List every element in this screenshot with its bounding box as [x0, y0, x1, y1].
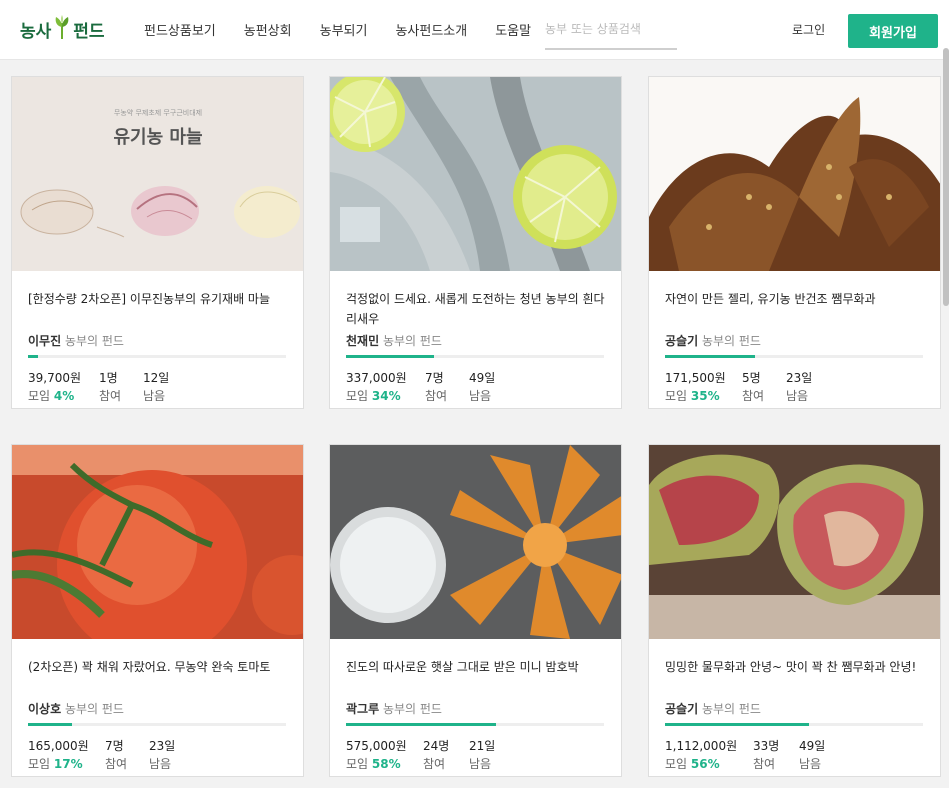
raised-percent: 모임 35%: [665, 389, 720, 403]
raised-percent: 모임 58%: [346, 757, 401, 771]
participants-count: 33명: [753, 739, 780, 753]
remaining-label: 남음: [469, 757, 492, 771]
fund-card[interactable]: (2차오픈) 꽉 채워 자랐어요. 무농약 완숙 토마토 이상호 농부의 펀드 …: [11, 444, 304, 777]
card-title[interactable]: [한정수량 2차오픈] 이무진농부의 유기재배 마늘: [28, 289, 290, 309]
participants-count: 24명: [423, 739, 450, 753]
progress-bar: [665, 355, 923, 358]
search-box: [545, 18, 677, 50]
progress-bar: [28, 355, 286, 358]
participants-count: 7명: [105, 739, 124, 753]
progress-bar: [346, 355, 604, 358]
participants-label: 참여: [753, 757, 776, 771]
participants-count: 7명: [425, 371, 444, 385]
top-header: 농사 펀드 펀드상품보기 농펀상회 농부되기 농사펀드소개 도움말 로그인 회원…: [0, 0, 949, 60]
days-remaining: 21일: [469, 739, 496, 753]
fund-card[interactable]: 걱정없이 드세요. 새롭게 도전하는 청년 농부의 흰다리새우 천재민 농부의 …: [329, 76, 622, 409]
amount-raised: 171,500원: [665, 371, 726, 385]
days-remaining: 23일: [786, 371, 813, 385]
farmer-name: 이상호 농부의 펀드: [28, 702, 124, 716]
remaining-label: 남음: [149, 757, 172, 771]
logo-text-right: 펀드: [73, 21, 105, 42]
amount-raised: 165,000원: [28, 739, 89, 753]
product-image-garlic[interactable]: 무농약 무제초제 무구근비대제 유기농 마늘: [12, 77, 303, 271]
banner-title: 유기농 마늘: [113, 127, 202, 148]
nav-fund-products[interactable]: 펀드상품보기: [144, 20, 216, 39]
sprout-icon: [53, 14, 71, 44]
product-image-dried-figs[interactable]: [649, 77, 940, 271]
nav-help[interactable]: 도움말: [495, 20, 531, 39]
fund-card[interactable]: 자연이 만든 젤리, 유기농 반건조 쨈무화과 공슬기 농부의 펀드 171,5…: [648, 76, 941, 409]
progress-bar: [28, 723, 286, 726]
remaining-label: 남음: [786, 389, 809, 403]
product-image-fresh-fig[interactable]: [649, 445, 940, 639]
farmer-name: 이무진 농부의 펀드: [28, 334, 124, 348]
remaining-label: 남음: [469, 389, 492, 403]
amount-raised: 1,112,000원: [665, 739, 738, 753]
login-link[interactable]: 로그인: [792, 21, 825, 38]
farmer-name: 천재민 농부의 펀드: [346, 334, 442, 348]
remaining-label: 남음: [143, 389, 166, 403]
amount-raised: 337,000원: [346, 371, 407, 385]
progress-bar: [346, 723, 604, 726]
remaining-label: 남음: [799, 757, 822, 771]
nav-become-farmer[interactable]: 농부되기: [320, 20, 368, 39]
participants-count: 1명: [99, 371, 118, 385]
days-remaining: 49일: [799, 739, 826, 753]
days-remaining: 23일: [149, 739, 176, 753]
participants-label: 참여: [105, 757, 128, 771]
product-image-shrimp[interactable]: [330, 77, 621, 271]
farmer-name: 공슬기 농부의 펀드: [665, 334, 761, 348]
product-image-tomatoes[interactable]: [12, 445, 303, 639]
days-remaining: 49일: [469, 371, 496, 385]
raised-percent: 모임 4%: [28, 389, 75, 403]
participants-label: 참여: [99, 389, 122, 403]
amount-raised: 575,000원: [346, 739, 407, 753]
progress-bar: [665, 723, 923, 726]
amount-raised: 39,700원: [28, 371, 82, 385]
participants-label: 참여: [742, 389, 765, 403]
fund-card[interactable]: 무농약 무제초제 무구근비대제 유기농 마늘 [한정수량 2차오픈] 이무진농부…: [11, 76, 304, 409]
fund-card[interactable]: 밍밍한 물무화과 안녕~ 맛이 꽉 찬 쨈무화과 안녕! 공슬기 농부의 펀드 …: [648, 444, 941, 777]
nav-store[interactable]: 농펀상회: [244, 20, 292, 39]
raised-percent: 모임 34%: [346, 389, 401, 403]
raised-percent: 모임 17%: [28, 757, 83, 771]
fund-card[interactable]: 진도의 따사로운 햇살 그대로 받은 미니 밤호박 곽그루 농부의 펀드 575…: [329, 444, 622, 777]
main-nav: 펀드상품보기 농펀상회 농부되기 농사펀드소개 도움말: [144, 20, 559, 39]
signup-button[interactable]: 회원가입: [848, 14, 938, 48]
product-image-pumpkin[interactable]: [330, 445, 621, 639]
card-title[interactable]: 걱정없이 드세요. 새롭게 도전하는 청년 농부의 흰다리새우: [346, 289, 608, 329]
participants-label: 참여: [425, 389, 448, 403]
site-logo[interactable]: 농사 펀드: [20, 14, 105, 44]
card-title[interactable]: 진도의 따사로운 햇살 그대로 받은 미니 밤호박: [346, 657, 608, 677]
scrollbar[interactable]: [943, 48, 949, 306]
participants-count: 5명: [742, 371, 761, 385]
card-title[interactable]: 밍밍한 물무화과 안녕~ 맛이 꽉 찬 쨈무화과 안녕!: [665, 657, 927, 677]
farmer-name: 공슬기 농부의 펀드: [665, 702, 761, 716]
nav-about[interactable]: 농사펀드소개: [395, 20, 467, 39]
search-input[interactable]: [545, 18, 677, 36]
farmer-name: 곽그루 농부의 펀드: [346, 702, 442, 716]
participants-label: 참여: [423, 757, 446, 771]
logo-text-left: 농사: [20, 21, 52, 42]
card-title[interactable]: 자연이 만든 젤리, 유기농 반건조 쨈무화과: [665, 289, 927, 309]
days-remaining: 12일: [143, 371, 170, 385]
card-title[interactable]: (2차오픈) 꽉 채워 자랐어요. 무농약 완숙 토마토: [28, 657, 290, 677]
raised-percent: 모임 56%: [665, 757, 720, 771]
banner-subtitle: 무농약 무제초제 무구근비대제: [114, 108, 202, 117]
